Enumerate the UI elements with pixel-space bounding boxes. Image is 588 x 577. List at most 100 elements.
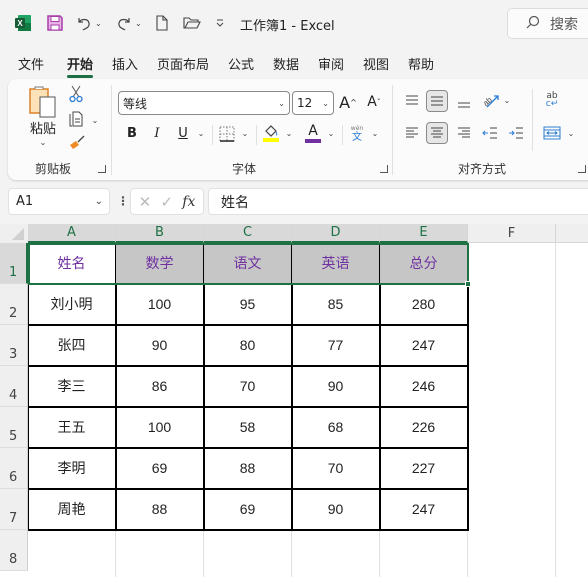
table-cell[interactable]: 90 [116, 325, 205, 367]
table-cell[interactable]: 88 [116, 489, 205, 531]
table-cell[interactable]: 246 [380, 366, 469, 408]
table-cell[interactable]: 227 [380, 448, 469, 490]
increase-indent-icon[interactable] [506, 123, 526, 143]
row-header-5[interactable]: 5 [0, 407, 28, 448]
chevron-down-icon[interactable]: ⌄ [196, 128, 206, 138]
table-cell[interactable]: 69 [204, 489, 293, 531]
cut-icon[interactable] [68, 85, 84, 103]
font-color-button[interactable]: A [304, 123, 322, 143]
font-dialog-launcher-icon[interactable] [380, 165, 388, 173]
tab-home[interactable]: 开始 [67, 54, 94, 78]
chevron-down-icon[interactable]: ⌄ [326, 128, 336, 138]
save-icon[interactable] [46, 13, 64, 33]
table-cell[interactable]: 李明 [28, 448, 117, 490]
table-cell[interactable]: 95 [204, 284, 293, 326]
font-name-select[interactable]: 等线 ⌄ [118, 91, 290, 115]
undo-icon[interactable]: ⌄ [76, 13, 102, 33]
table-cell[interactable]: 90 [292, 366, 381, 408]
search-box[interactable]: 搜索 [507, 8, 588, 39]
row-header-1[interactable]: 1 [0, 243, 28, 284]
table-cell[interactable]: 100 [116, 284, 205, 326]
table-cell[interactable]: 247 [380, 325, 469, 367]
tab-data[interactable]: 数据 [273, 54, 299, 73]
chevron-down-icon[interactable]: ⌄ [95, 19, 102, 28]
align-left-icon[interactable] [402, 123, 422, 143]
format-painter-icon[interactable] [68, 135, 86, 151]
table-cell[interactable]: 张四 [28, 325, 117, 367]
table-cell[interactable]: 85 [292, 284, 381, 326]
align-center-icon[interactable] [426, 122, 448, 144]
top-align-icon[interactable] [402, 91, 422, 111]
table-cell[interactable]: 280 [380, 284, 469, 326]
table-cell[interactable]: 77 [292, 325, 381, 367]
header-cell[interactable]: 语文 [204, 243, 293, 285]
table-cell[interactable]: 68 [292, 407, 381, 449]
tab-view[interactable]: 视图 [363, 54, 389, 73]
tab-page-layout[interactable]: 页面布局 [157, 54, 209, 73]
table-cell[interactable]: 69 [116, 448, 205, 490]
table-cell[interactable]: 100 [116, 407, 205, 449]
table-cell[interactable]: 70 [292, 448, 381, 490]
row-header-4[interactable]: 4 [0, 366, 28, 407]
borders-icon[interactable] [218, 125, 236, 143]
header-cell[interactable]: 数学 [116, 243, 205, 285]
row-header-3[interactable]: 3 [0, 325, 28, 366]
table-cell[interactable]: 80 [204, 325, 293, 367]
row-header-2[interactable]: 2 [0, 284, 28, 325]
chevron-down-icon[interactable]: ⌄ [95, 196, 103, 207]
clipboard-dialog-launcher-icon[interactable] [98, 165, 106, 173]
formula-input[interactable]: 姓名 [208, 188, 588, 215]
redo-icon[interactable]: ⌄ [116, 13, 142, 33]
fill-color-icon[interactable] [262, 123, 280, 143]
tab-insert[interactable]: 插入 [112, 54, 138, 73]
header-cell[interactable]: 姓名 [28, 243, 117, 285]
orientation-icon[interactable]: ab [480, 89, 502, 111]
middle-align-icon[interactable] [426, 90, 448, 112]
chevron-down-icon[interactable]: ⌄ [566, 128, 576, 138]
cancel-icon[interactable]: ✕ [139, 193, 152, 211]
table-cell[interactable]: 70 [204, 366, 293, 408]
table-cell[interactable]: 王五 [28, 407, 117, 449]
header-cell[interactable]: 英语 [292, 243, 381, 285]
table-cell[interactable]: 88 [204, 448, 293, 490]
column-header-a[interactable]: A [28, 224, 116, 243]
table-cell[interactable]: 周艳 [28, 489, 117, 531]
table-cell[interactable]: 58 [204, 407, 293, 449]
select-all-button[interactable] [0, 224, 28, 243]
insert-function-button[interactable]: fx [182, 194, 195, 210]
alignment-dialog-launcher-icon[interactable] [578, 165, 586, 173]
open-folder-icon[interactable] [183, 13, 201, 33]
column-header-e[interactable]: E [380, 224, 468, 243]
paste-icon[interactable] [28, 85, 58, 119]
tab-file[interactable]: 文件 [18, 54, 44, 73]
copy-icon[interactable] [66, 111, 86, 129]
decrease-indent-icon[interactable] [480, 123, 500, 143]
chevron-down-icon[interactable]: ⌄ [38, 137, 48, 147]
row-header-8[interactable]: 8 [0, 530, 28, 571]
tab-review[interactable]: 审阅 [318, 54, 344, 73]
customize-toolbar-icon[interactable] [215, 13, 225, 33]
table-cell[interactable]: 86 [116, 366, 205, 408]
align-right-icon[interactable] [454, 123, 474, 143]
decrease-font-size-button[interactable]: Aˇ [364, 92, 384, 112]
wrap-text-icon[interactable]: ab c↵ [542, 89, 562, 111]
table-cell[interactable]: 刘小明 [28, 284, 117, 326]
header-cell[interactable]: 总分 [380, 243, 469, 285]
row-header-7[interactable]: 7 [0, 489, 28, 530]
chevron-down-icon[interactable]: ⌄ [240, 128, 250, 138]
enter-icon[interactable]: ✓ [160, 193, 173, 211]
chevron-down-icon[interactable]: ⌄ [90, 115, 100, 125]
table-cell[interactable]: 李三 [28, 366, 117, 408]
bottom-align-icon[interactable] [454, 93, 474, 113]
phonetic-guide-button[interactable]: wén 文 [348, 123, 366, 143]
column-header-d[interactable]: D [292, 224, 380, 243]
chevron-down-icon[interactable]: ⌄ [135, 19, 142, 28]
new-file-icon[interactable] [155, 13, 169, 33]
font-size-select[interactable]: 12 ⌄ [292, 91, 334, 115]
paste-button[interactable]: 粘贴 [26, 119, 60, 137]
italic-button[interactable]: I [149, 124, 165, 142]
column-header-b[interactable]: B [116, 224, 204, 243]
more-options-icon[interactable]: ⋮ [117, 194, 129, 208]
column-header-c[interactable]: C [204, 224, 292, 243]
bold-button[interactable]: B [124, 124, 140, 142]
